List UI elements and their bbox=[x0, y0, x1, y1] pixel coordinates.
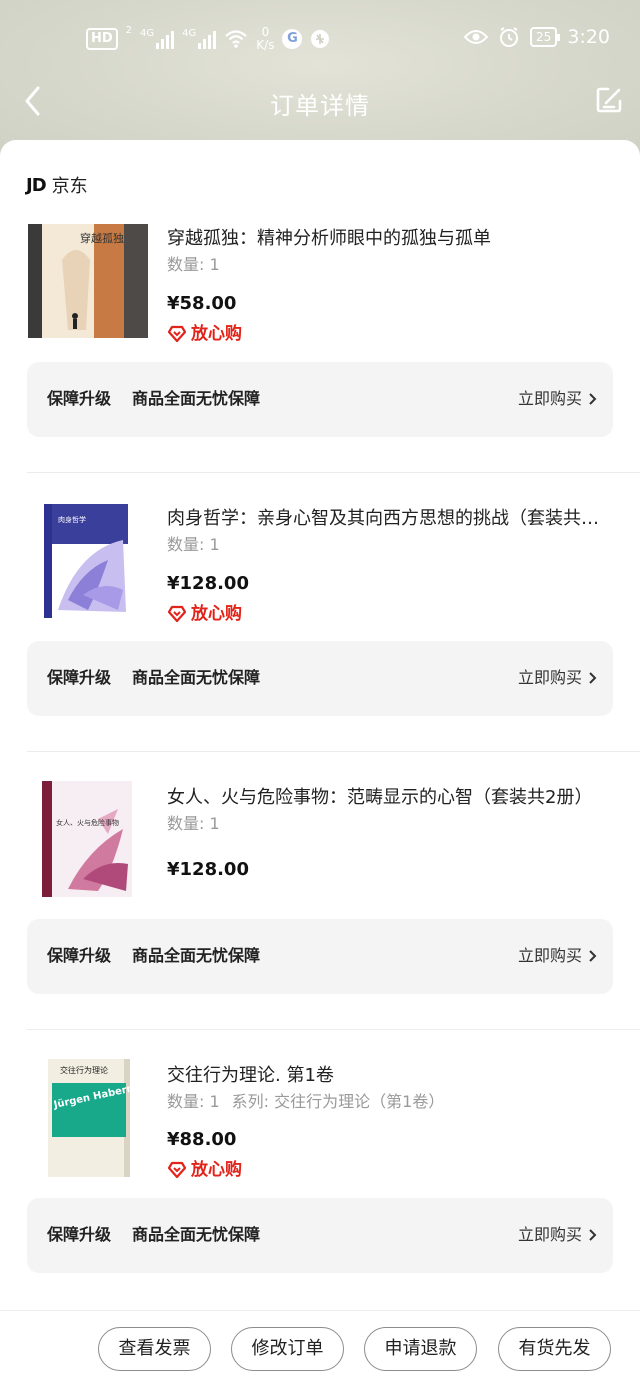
assurance-tag-label: 放心购 bbox=[191, 324, 242, 344]
buy-now-label: 立即购买 bbox=[517, 1225, 582, 1244]
net-speed-unit: K/s bbox=[256, 38, 275, 52]
product-series: 系列: 交往行为理论（第1卷） bbox=[231, 1092, 445, 1111]
alarm-icon bbox=[500, 27, 519, 47]
wifi-icon bbox=[225, 30, 248, 48]
assurance-tag-label: 放心购 bbox=[191, 604, 242, 624]
net-speed-value: 0 bbox=[261, 25, 270, 39]
chevron-right-icon bbox=[589, 950, 597, 962]
signal-2-icon: 4G bbox=[182, 28, 217, 49]
buy-now-label: 立即购买 bbox=[517, 389, 582, 408]
product-cover-image: 肉身哲学 bbox=[44, 504, 128, 618]
buy-now-button[interactable]: 立即购买 bbox=[518, 1224, 597, 1246]
product-quantity-text: 数量: 1 bbox=[167, 814, 220, 833]
product-price: ¥128.00 bbox=[167, 573, 249, 594]
cover-title-text: 穿越孤独 bbox=[80, 231, 124, 245]
buy-now-label: 立即购买 bbox=[517, 946, 582, 965]
product-cover-image: 穿越孤独 bbox=[28, 224, 148, 338]
product-quantity-text: 数量: 1 bbox=[167, 255, 220, 274]
product-price: ¥88.00 bbox=[167, 1129, 237, 1150]
status-left: HD 2 4G 4G 0 K/s G bbox=[86, 26, 330, 52]
guarantee-description: 商品全面无忧保障 bbox=[132, 946, 261, 965]
guarantee-label: 保障升级 bbox=[47, 668, 112, 687]
product-quantity: 数量: 1 bbox=[167, 254, 220, 276]
product-title[interactable]: 肉身哲学：亲身心智及其向西方思想的挑战（套装共2册） bbox=[167, 507, 607, 531]
nav-bar: 订单详情 bbox=[0, 76, 640, 126]
app-notification-icon: G bbox=[282, 29, 303, 49]
divider bbox=[27, 751, 640, 752]
product-title[interactable]: 穿越孤独：精神分析师眼中的孤独与孤单 bbox=[167, 227, 607, 251]
product-quantity: 数量: 1 bbox=[167, 534, 220, 556]
battery-icon: 25 bbox=[530, 27, 561, 47]
status-bar: HD 2 4G 4G 0 K/s G 25 3:20 bbox=[0, 0, 640, 80]
shop-header[interactable]: JD 京东 bbox=[26, 172, 88, 198]
sim-badge: 2 bbox=[125, 25, 133, 36]
order-detail-screen: HD 2 4G 4G 0 K/s G 25 3:20 订单详情 JD 京东 穿越… bbox=[0, 0, 640, 1386]
product-cover-image: 女人、火与危险事物 bbox=[42, 781, 132, 897]
guarantee-banner[interactable]: 保障升级 商品全面无忧保障 立即购买 bbox=[27, 919, 613, 994]
product-quantity-text: 数量: 1 bbox=[167, 1092, 220, 1111]
order-card: JD 京东 穿越孤独 穿越孤独：精神分析师眼中的孤独与孤单 数量: 1 ¥58.… bbox=[0, 140, 640, 1320]
view-invoice-button[interactable]: 查看发票 bbox=[98, 1327, 211, 1371]
divider bbox=[27, 472, 640, 473]
buy-now-label: 立即购买 bbox=[517, 668, 582, 687]
buy-now-button[interactable]: 立即购买 bbox=[518, 945, 597, 967]
bottom-action-bar: 查看发票 修改订单 申请退款 有货先发 bbox=[0, 1310, 640, 1386]
guarantee-banner[interactable]: 保障升级 商品全面无忧保障 立即购买 bbox=[27, 1198, 613, 1273]
buy-now-button[interactable]: 立即购买 bbox=[518, 667, 597, 689]
product-price: ¥58.00 bbox=[167, 293, 237, 314]
chevron-right-icon bbox=[589, 672, 597, 684]
cover-title-text: 交往行为理论 bbox=[60, 1065, 108, 1075]
guarantee-banner[interactable]: 保障升级 商品全面无忧保障 立即购买 bbox=[27, 362, 613, 437]
app-notification-2-icon bbox=[311, 30, 330, 48]
request-refund-button[interactable]: 申请退款 bbox=[364, 1327, 477, 1371]
guarantee-label: 保障升级 bbox=[47, 1225, 112, 1244]
signal-1-icon: 4G bbox=[140, 28, 175, 49]
product-quantity: 数量: 1 系列: 交往行为理论（第1卷） bbox=[167, 1091, 444, 1113]
assurance-tag: 放心购 bbox=[167, 603, 242, 625]
status-time: 3:20 bbox=[567, 26, 610, 48]
status-right: 25 3:20 bbox=[464, 26, 610, 48]
product-cover-image: 交往行为理论 Jürgen Habermas bbox=[48, 1059, 148, 1177]
product-quantity-text: 数量: 1 bbox=[167, 535, 220, 554]
signal-1-type: 4G bbox=[140, 28, 155, 39]
signal-2-type: 4G bbox=[182, 28, 197, 39]
diamond-heart-icon bbox=[167, 325, 187, 343]
guarantee-description: 商品全面无忧保障 bbox=[132, 668, 261, 687]
assurance-tag: 放心购 bbox=[167, 323, 242, 345]
chevron-right-icon bbox=[589, 393, 597, 405]
product-title[interactable]: 女人、火与危险事物：范畴显示的心智（套装共2册） bbox=[167, 786, 607, 810]
modify-order-button[interactable]: 修改订单 bbox=[231, 1327, 344, 1371]
product-title[interactable]: 交往行为理论. 第1卷 bbox=[167, 1064, 607, 1088]
hd-badge: HD bbox=[86, 28, 118, 50]
ship-available-first-button[interactable]: 有货先发 bbox=[498, 1327, 611, 1371]
assurance-tag-label: 放心购 bbox=[191, 1160, 242, 1180]
guarantee-label: 保障升级 bbox=[47, 389, 112, 408]
divider bbox=[27, 1029, 640, 1030]
eye-icon bbox=[464, 30, 489, 44]
cover-title-text: 女人、火与危险事物 bbox=[56, 818, 119, 827]
buy-now-button[interactable]: 立即购买 bbox=[518, 388, 597, 410]
product-quantity: 数量: 1 bbox=[167, 813, 220, 835]
diamond-heart-icon bbox=[167, 605, 187, 623]
guarantee-label: 保障升级 bbox=[47, 946, 112, 965]
chevron-right-icon bbox=[589, 1229, 597, 1241]
net-speed: 0 K/s bbox=[256, 26, 274, 52]
edit-icon[interactable] bbox=[594, 85, 624, 115]
guarantee-description: 商品全面无忧保障 bbox=[132, 1225, 261, 1244]
page-title: 订单详情 bbox=[270, 92, 370, 120]
shop-name: 京东 bbox=[51, 176, 88, 197]
cover-title-text: 肉身哲学 bbox=[58, 515, 86, 524]
diamond-heart-icon bbox=[167, 1161, 187, 1179]
jd-logo: JD bbox=[26, 174, 47, 196]
guarantee-banner[interactable]: 保障升级 商品全面无忧保障 立即购买 bbox=[27, 641, 613, 716]
assurance-tag: 放心购 bbox=[167, 1159, 242, 1181]
product-price: ¥128.00 bbox=[167, 859, 249, 880]
guarantee-description: 商品全面无忧保障 bbox=[132, 389, 261, 408]
